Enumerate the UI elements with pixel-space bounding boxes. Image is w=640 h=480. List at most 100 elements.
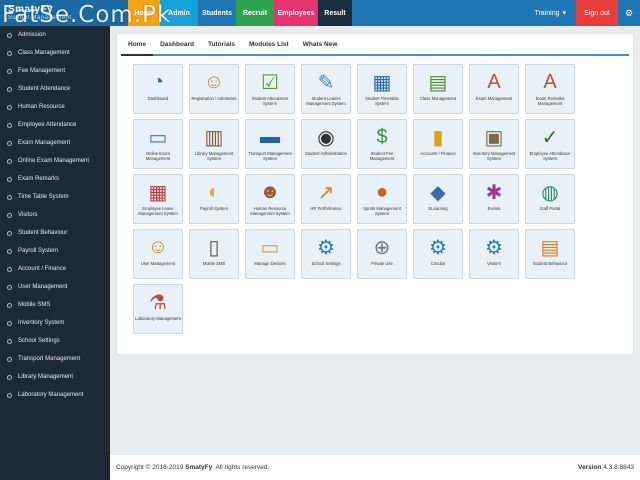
sidebar-item-human-resource[interactable]: Human Resource [0, 98, 110, 116]
module-tile-student-attendance-system[interactable]: ☑ Student Attendance System [245, 64, 295, 114]
nav-tab-admin[interactable]: Admin [160, 0, 198, 26]
circle-icon [7, 68, 12, 74]
payroll-icon: ◐ [207, 180, 221, 203]
module-tile-student-timetable-system[interactable]: ▦ Student Timetable System [357, 64, 407, 114]
module-tile-mobile-sms[interactable]: ▯ Mobile SMS [189, 229, 239, 279]
module-tile-laboratory-management[interactable]: ⚗ Laboratory Management [133, 284, 183, 334]
nav-tab-home[interactable]: Home [128, 0, 160, 26]
sidebar-item-label: School Settings [18, 338, 60, 344]
module-tile-label: Library Management System [194, 151, 234, 161]
nav-tab-employees[interactable]: Employees [274, 0, 318, 26]
sidebar-item-library-management[interactable]: Library Management [0, 368, 110, 386]
tab-whats-new[interactable]: Whats New [296, 34, 345, 54]
module-tile-human-resource-management-system[interactable]: ☻ Human Resource Management System [245, 174, 295, 224]
sidebar-item-laboratory-management[interactable]: Laboratory Management [0, 386, 110, 404]
module-tile-sports-management-system[interactable]: ● Sports Management System [357, 174, 407, 224]
module-tile-accounts-finance[interactable]: ▮ Accounts / Finance [413, 119, 463, 169]
module-tile-elearning[interactable]: ◆ ELearning [413, 174, 463, 224]
module-tile-label: Class Management [419, 96, 457, 101]
sidebar: Admission Class Management Fee Management S… [0, 26, 110, 480]
module-tile-student-fee-management[interactable]: $ Student Fee Management [357, 119, 407, 169]
module-tile-online-exam-management[interactable]: ▭ Online Exam Management [133, 119, 183, 169]
module-tile-employee-attendance-system[interactable]: ✓ Employee Attendance System [525, 119, 575, 169]
module-tile-label: Inventory Management System [472, 151, 516, 161]
module-tile-user-management[interactable]: ☺ User Management [133, 229, 183, 279]
training-dropdown[interactable]: Training ▾ [524, 9, 576, 18]
sidebar-item-user-management[interactable]: User Management [0, 278, 110, 296]
sidebar-item-visitors[interactable]: Visitors [0, 206, 110, 224]
module-tile-label: Student Attendance System [251, 96, 289, 106]
settings-gear-icon[interactable]: ⚙ [618, 8, 640, 19]
nav-tab-students[interactable]: Students [198, 0, 236, 26]
events-icon: ✱ [485, 181, 503, 204]
module-tile-student-leaves-management-system[interactable]: ✎ Student Leaves Management System [301, 64, 351, 114]
module-tile-private-use[interactable]: ⊕ Private Use [357, 229, 407, 279]
circle-icon [7, 248, 12, 254]
module-tile-dashboard[interactable]: ◔ Dashboard [133, 64, 183, 114]
sidebar-item-online-exam-management[interactable]: Online Exam Management [0, 152, 110, 170]
gear-icon: ⚙ [317, 236, 335, 259]
module-tile-student-behaviour[interactable]: ▤ Student Behaviour [525, 229, 575, 279]
module-tile-employee-leave-management-system[interactable]: ▦ Employee Leave Management System [133, 174, 183, 224]
module-tile-exam-management[interactable]: A Exam Management [469, 64, 519, 114]
module-tile-visitors[interactable]: ⚙ Visitors [469, 229, 519, 279]
sidebar-item-exam-management[interactable]: Exam Management [0, 134, 110, 152]
tab-tutorials[interactable]: Tutorials [201, 34, 242, 54]
sidebar-item-fee-management[interactable]: Fee Management [0, 62, 110, 80]
sidebar-item-school-settings[interactable]: School Settings [0, 332, 110, 350]
circle-icon [7, 320, 12, 326]
sidebar-item-label: Exam Remarks [18, 176, 60, 182]
module-tile-transport-management-system[interactable]: ▬ Transport Management System [245, 119, 295, 169]
sidebar-item-employee-attendance[interactable]: Employee Attendance [0, 116, 110, 134]
nav-tab-result[interactable]: Result [318, 0, 352, 26]
sidebar-item-mobile-sms[interactable]: Mobile SMS [0, 296, 110, 314]
circle-icon [7, 392, 12, 398]
sidebar-item-class-management[interactable]: Class Management [0, 44, 110, 62]
module-tile-staff-portal[interactable]: ◍ Staff Portal [525, 174, 575, 224]
brand-link[interactable]: SmatyFy [185, 464, 212, 471]
module-tile-class-management[interactable]: ▤ Class Management [413, 64, 463, 114]
app-logo[interactable]: SmatyFy School Management [0, 0, 128, 26]
module-tile-hr-performance[interactable]: ↗ HR Performance [301, 174, 351, 224]
sidebar-item-label: Admission [18, 32, 46, 38]
module-tile-library-management-system[interactable]: ▥ Library Management System [189, 119, 239, 169]
module-tile-label: Employee Leave Management System [138, 206, 178, 216]
module-tile-label: Staff Portal [539, 206, 561, 211]
sidebar-item-label: Time Table System [18, 194, 69, 200]
sidebar-item-account-finance[interactable]: Account / Finance [0, 260, 110, 278]
sidebar-item-transport-management[interactable]: Transport Management [0, 350, 110, 368]
module-tile-label: Accounts / Finance [420, 151, 456, 156]
sidebar-item-student-attendance[interactable]: Student Attendance [0, 80, 110, 98]
circle-icon [7, 50, 12, 56]
module-tile-inventory-management-system[interactable]: ▣ Inventory Management System [469, 119, 519, 169]
module-tile-student-administration[interactable]: ◉ Student Administration [301, 119, 351, 169]
circle-icon [7, 86, 12, 92]
module-tile-circular[interactable]: ⚙ Circular [413, 229, 463, 279]
sidebar-item-admission[interactable]: Admission [0, 26, 110, 44]
leaves-icon: ✎ [317, 71, 335, 94]
circle-icon [7, 266, 12, 272]
sidebar-item-student-behaviour[interactable]: Student Behaviour [0, 224, 110, 242]
module-tile-exam-remarks-management[interactable]: A Exam Remarks Management [525, 64, 575, 114]
dashboard-icon: ◔ [151, 70, 165, 93]
module-tile-school-settings[interactable]: ⚙ School Settings [301, 229, 351, 279]
fee-icon: $ [376, 125, 388, 148]
tab-dashboard[interactable]: Dashboard [153, 34, 201, 54]
module-tile-events[interactable]: ✱ Events [469, 174, 519, 224]
sidebar-item-time-table-system[interactable]: Time Table System [0, 188, 110, 206]
nav-tab-recruit[interactable]: Recruit [236, 0, 274, 26]
module-tile-registration-admission[interactable]: ☺ Registration / Admission [189, 64, 239, 114]
sidebar-item-inventory-system[interactable]: Inventory System [0, 314, 110, 332]
sign-out-button[interactable]: Sign out [576, 0, 618, 26]
sidebar-item-exam-remarks[interactable]: Exam Remarks [0, 170, 110, 188]
module-tile-payroll-system[interactable]: ◐ Payroll System [189, 174, 239, 224]
gear-icon: ⚙ [429, 236, 447, 259]
sidebar-item-payroll-system[interactable]: Payroll System [0, 242, 110, 260]
tab-home[interactable]: Home [121, 34, 154, 56]
module-tile-label: User Management [140, 261, 176, 266]
module-tile-label: Mobile SMS [202, 261, 226, 266]
content-tabs: Home Dashboard Tutorials Modules List Wh… [121, 34, 629, 56]
module-tile-manage-devices[interactable]: ▭ Manage Devices [245, 229, 295, 279]
tab-modules-list[interactable]: Modules List [242, 34, 296, 54]
module-tile-label: ELearning [428, 206, 448, 211]
